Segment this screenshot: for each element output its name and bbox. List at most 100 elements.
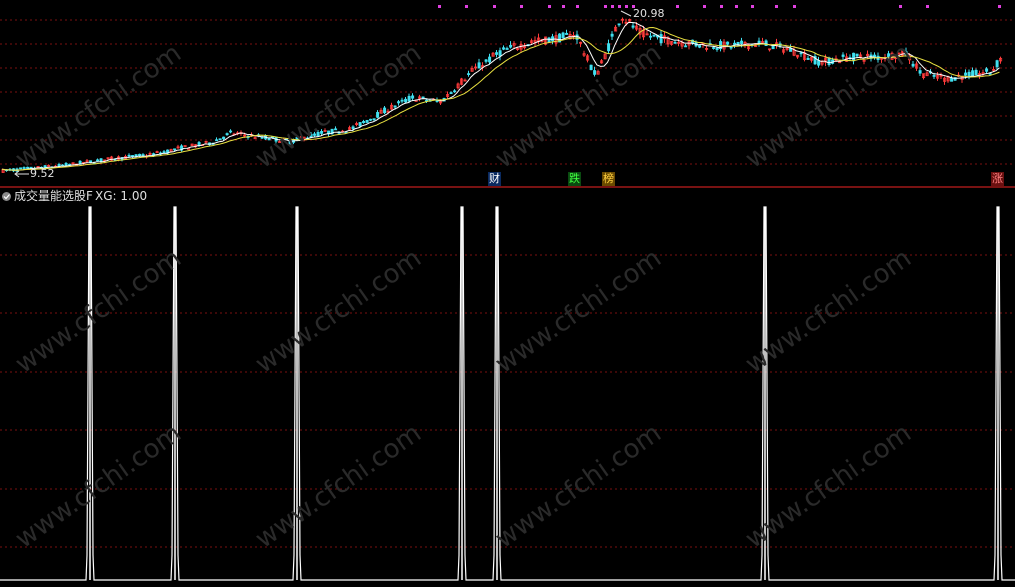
- candle-body: [267, 138, 271, 141]
- marker-dot: [899, 5, 902, 8]
- candle-body: [453, 90, 457, 93]
- xg-signal-series: [0, 206, 1015, 581]
- top-marker-dots: [438, 5, 1001, 8]
- marker-dot: [611, 5, 614, 8]
- candle-body: [372, 118, 376, 121]
- marker-dot: [493, 5, 496, 8]
- candle-body: [659, 34, 663, 44]
- marker-dot: [703, 5, 706, 8]
- candle-body: [631, 25, 635, 28]
- candle-body: [498, 50, 502, 57]
- marker-dot: [998, 5, 1001, 8]
- candle-body: [365, 119, 369, 123]
- marker-dot: [576, 5, 579, 8]
- candle-body: [449, 92, 453, 95]
- marker-dot: [520, 5, 523, 8]
- candle-body: [652, 34, 656, 37]
- candle-body: [162, 151, 166, 154]
- candle-body: [649, 35, 653, 38]
- candle-body: [218, 138, 222, 141]
- candle-body: [505, 48, 509, 50]
- candle-body: [197, 142, 201, 146]
- marker-dot: [618, 5, 621, 8]
- candle-body: [995, 60, 999, 68]
- candle-body: [362, 121, 366, 124]
- candle-body: [715, 47, 719, 50]
- candle-body: [698, 45, 702, 48]
- candle-body: [138, 153, 142, 157]
- candle-body: [911, 63, 915, 67]
- marker-dot: [735, 5, 738, 8]
- candle-body: [404, 98, 408, 103]
- candle-body: [320, 130, 324, 134]
- candle-body: [477, 62, 481, 69]
- grid-lines: [0, 19, 1015, 548]
- candle-body: [407, 95, 411, 102]
- candle-body: [309, 133, 313, 138]
- candle-body: [561, 32, 565, 38]
- candle-body: [547, 37, 551, 43]
- candle-body: [400, 99, 404, 102]
- candle-body: [393, 105, 397, 108]
- tag-zhang[interactable]: 涨: [991, 172, 1004, 186]
- marker-dot: [562, 5, 565, 8]
- candle-body: [740, 40, 744, 45]
- candle-body: [712, 47, 716, 49]
- chart-stage: www.cfchi.com www.cfchi.com www.cfchi.co…: [0, 0, 1015, 583]
- marker-dot: [465, 5, 468, 8]
- candle-body: [495, 52, 499, 55]
- marker-dot: [926, 5, 929, 8]
- candle-body: [974, 69, 978, 76]
- indicator-title: 成交量能选股F: [14, 189, 93, 203]
- candle-body: [733, 42, 737, 45]
- marker-dot: [751, 5, 754, 8]
- candle-body: [799, 52, 803, 55]
- candle-body: [173, 148, 177, 151]
- marker-dot: [604, 5, 607, 8]
- candle-body: [757, 40, 761, 44]
- candle-body: [299, 137, 303, 139]
- candle-body: [22, 167, 26, 169]
- candle-body: [19, 167, 23, 170]
- high-price-label: 20.98: [633, 7, 665, 20]
- candle-body: [841, 54, 845, 57]
- candle-body: [127, 154, 131, 157]
- marker-dot: [720, 5, 723, 8]
- indicator-toggle-icon[interactable]: [1, 191, 12, 202]
- candle-body: [229, 130, 233, 133]
- candle-body: [852, 52, 856, 62]
- indicator-value: XG: 1.00: [95, 189, 148, 203]
- candle-body: [950, 77, 954, 82]
- candle-body: [918, 70, 922, 74]
- candle-body: [971, 70, 975, 77]
- candle-body: [673, 41, 677, 44]
- candle-body: [502, 47, 506, 50]
- candle-body: [985, 68, 989, 72]
- stock-chart-svg[interactable]: [0, 0, 1015, 583]
- tag-cai[interactable]: 财: [488, 172, 501, 186]
- candle-body: [932, 75, 936, 77]
- candle-body: [610, 33, 614, 37]
- tag-bang[interactable]: 榜: [602, 172, 615, 186]
- ma-short-line: [1, 22, 1000, 171]
- candle-body: [225, 133, 229, 136]
- candle-body: [358, 122, 362, 127]
- candle-body: [421, 96, 425, 99]
- candle-body: [726, 41, 730, 45]
- candle-body: [488, 56, 492, 63]
- high-price-arrow-icon: [620, 10, 632, 17]
- marker-dot: [438, 5, 441, 8]
- candle-body: [57, 164, 61, 167]
- moving-average-lines: [1, 22, 1000, 171]
- marker-dot: [676, 5, 679, 8]
- candle-body: [369, 118, 373, 121]
- tag-die[interactable]: 跌: [568, 172, 581, 186]
- candle-body: [99, 158, 103, 162]
- candle-body: [484, 59, 488, 62]
- candle-body: [383, 107, 387, 114]
- candle-body: [316, 131, 320, 137]
- candle-body: [260, 136, 264, 139]
- candle-body: [253, 137, 257, 140]
- marker-dot: [548, 5, 551, 8]
- xg-signal-line: [0, 206, 1015, 581]
